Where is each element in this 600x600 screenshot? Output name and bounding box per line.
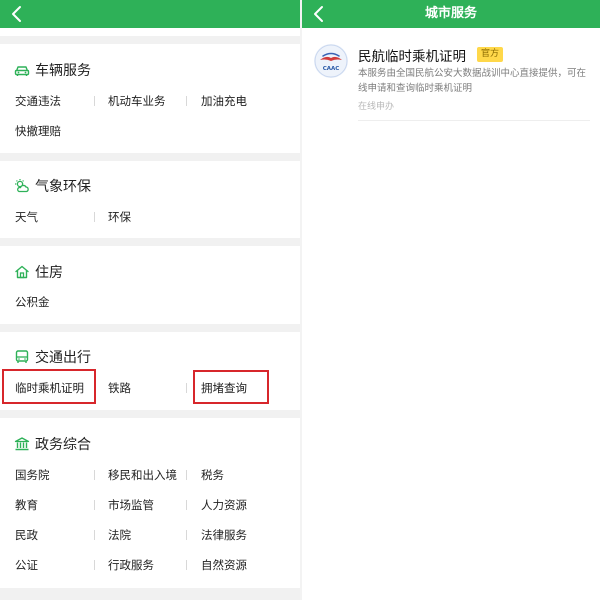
item-separator [94, 96, 95, 106]
service-item-weather[interactable]: 天气 [15, 209, 38, 225]
caac-logo: CAAC [314, 44, 348, 78]
item-separator [94, 560, 95, 570]
service-item-environment[interactable]: 环保 [108, 209, 131, 225]
chevron-left-icon [12, 6, 21, 22]
service-item-immigration[interactable]: 移民和出入境 [108, 467, 177, 483]
service-item-quick-claim[interactable]: 快撤理赔 [15, 123, 61, 139]
service-item-notary[interactable]: 公证 [15, 557, 38, 573]
card-divider [358, 120, 590, 121]
item-separator [94, 500, 95, 510]
service-description: 本服务由全国民航公安大数据战训中心直接提供，可在线申请和查询临时乘机证明 [358, 68, 587, 94]
section-gap [0, 410, 300, 418]
service-item-human-resources[interactable]: 人力资源 [201, 497, 247, 513]
item-separator [186, 470, 187, 480]
service-item-court[interactable]: 法院 [108, 527, 131, 543]
item-separator [186, 530, 187, 540]
section-gap [0, 36, 300, 44]
section-gap [0, 153, 300, 161]
page-title: 城市服务 [424, 6, 477, 21]
service-item-natural-resources[interactable]: 自然资源 [201, 557, 247, 573]
caac-logo-icon: CAAC [314, 44, 348, 78]
section-gap [0, 588, 300, 600]
section-title: 气象环保 [35, 179, 91, 195]
right-header: 城市服务 [302, 0, 600, 28]
back-button[interactable] [8, 4, 28, 24]
section-header-government: 政务综合 [14, 434, 91, 454]
section-header-transport: 交通出行 [14, 347, 91, 367]
service-item-refuel-charge[interactable]: 加油充电 [201, 93, 247, 109]
item-separator [94, 212, 95, 222]
section-gap [0, 324, 300, 332]
section-gap [0, 238, 300, 246]
item-separator [186, 500, 187, 510]
right-panel: 城市服务 CAAC 民航临时乘机证明 官方 本服务由全国民航公安大数据战训中心直… [302, 0, 600, 600]
section-title: 政务综合 [35, 437, 91, 453]
item-separator [186, 96, 187, 106]
house-icon [15, 265, 29, 279]
service-title: 民航临时乘机证明 [358, 49, 466, 65]
left-header [0, 0, 300, 28]
item-separator [186, 383, 187, 393]
highlight-box-boarding-certificate [2, 369, 96, 404]
service-item-market-supervision[interactable]: 市场监管 [108, 497, 154, 513]
section-title: 交通出行 [35, 350, 91, 366]
section-header-vehicle: 车辆服务 [14, 60, 91, 80]
official-badge: 官方 [477, 47, 504, 62]
service-item-legal-services[interactable]: 法律服务 [201, 527, 247, 543]
section-header-weather: 气象环保 [14, 176, 91, 196]
service-item-traffic-violation[interactable]: 交通违法 [15, 93, 61, 109]
bus-icon [15, 350, 29, 363]
service-item-vehicle-business[interactable]: 机动车业务 [108, 93, 166, 109]
service-item-state-council[interactable]: 国务院 [15, 467, 50, 483]
item-separator [186, 560, 187, 570]
weather-icon [15, 179, 29, 193]
logo-text: CAAC [323, 66, 340, 72]
section-header-housing: 住房 [14, 262, 63, 282]
section-title: 住房 [35, 265, 63, 281]
service-item-housing-fund[interactable]: 公积金 [15, 294, 50, 310]
service-card[interactable]: CAAC 民航临时乘机证明 官方 本服务由全国民航公安大数据战训中心直接提供，可… [314, 42, 590, 122]
service-item-railway[interactable]: 铁路 [108, 380, 131, 396]
service-meta: 在线申办 [358, 102, 395, 112]
highlight-box-congestion-query [193, 370, 269, 404]
service-item-administrative-services[interactable]: 行政服务 [108, 557, 154, 573]
left-panel: 车辆服务 交通违法 机动车业务 加油充电 快撤理赔 气象环保 天气 环保 住房 … [0, 0, 300, 600]
car-icon [14, 66, 30, 76]
item-separator [94, 470, 95, 480]
item-separator [94, 530, 95, 540]
government-icon [14, 437, 30, 451]
service-item-tax[interactable]: 税务 [201, 467, 224, 483]
service-item-education[interactable]: 教育 [15, 497, 38, 513]
service-item-civil-affairs[interactable]: 民政 [15, 527, 38, 543]
screenshot: 车辆服务 交通违法 机动车业务 加油充电 快撤理赔 气象环保 天气 环保 住房 … [0, 0, 600, 600]
section-title: 车辆服务 [35, 63, 91, 79]
